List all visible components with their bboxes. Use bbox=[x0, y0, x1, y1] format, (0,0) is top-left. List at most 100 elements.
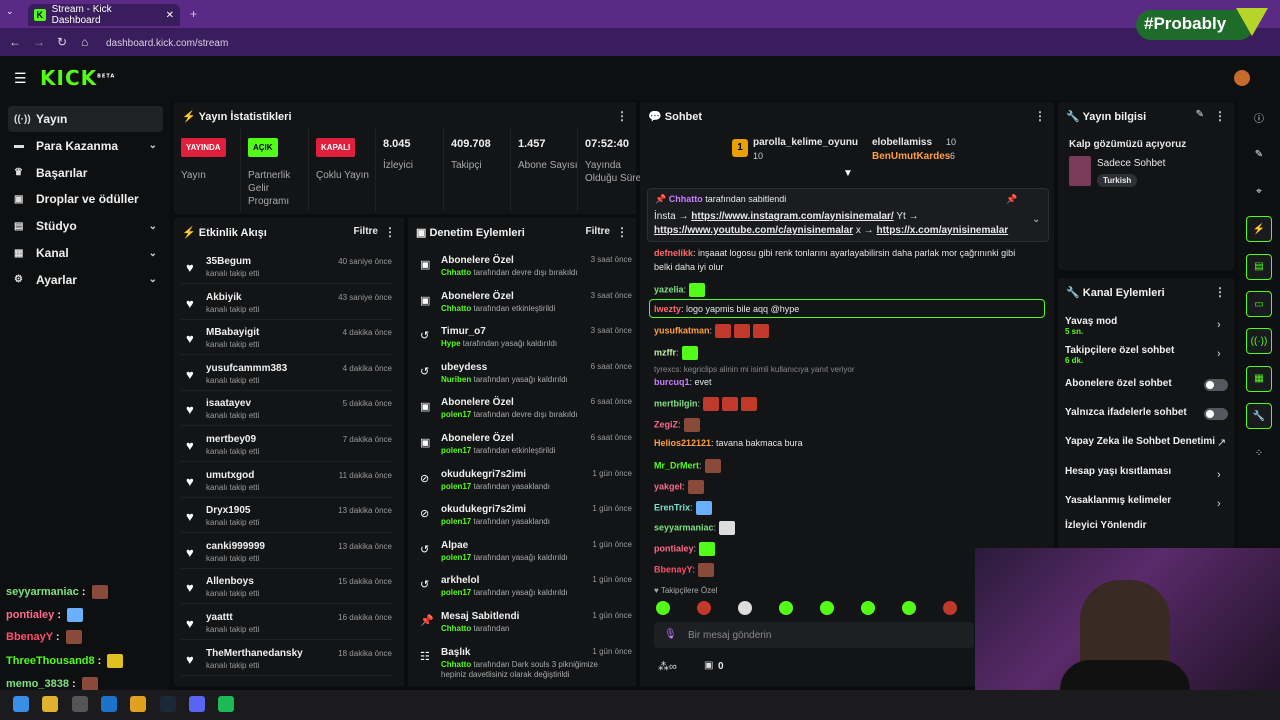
chat-username[interactable]: ErenTrix bbox=[654, 502, 690, 512]
sidebar-item-3[interactable]: ▣ Droplar ve ödüller bbox=[8, 186, 163, 212]
chat-username[interactable]: seyyarmaniac bbox=[654, 522, 714, 532]
chat-icon[interactable]: ▭ bbox=[1246, 291, 1272, 317]
points-icon[interactable]: ⁂∞ bbox=[658, 660, 677, 673]
collapse-leaders-icon[interactable]: ▼ bbox=[843, 168, 853, 179]
activity-row[interactable]: ♥ isaatayev kanalı takip etti 5 dakika önce bbox=[180, 392, 392, 427]
activity-row[interactable]: ♥ mertbey09 kanalı takip etti 7 dakika önce bbox=[180, 428, 392, 462]
chat-message[interactable]: ErenTrix: bbox=[654, 501, 712, 515]
chat-message[interactable]: yusufkatman: bbox=[654, 324, 770, 338]
moderation-row[interactable]: 📌 Mesaj Sabitlendi Chhatto tarafından 1 gün… bbox=[414, 606, 632, 640]
chat-message[interactable]: Helios212121: tavana bakmaca bura bbox=[654, 438, 803, 448]
moderation-row[interactable]: ↺ arkhelol polen17 tarafından yasağı kaldı… bbox=[414, 570, 632, 604]
activity-row[interactable]: ♥ yaattt kanalı takip etti 16 dakika önce bbox=[180, 606, 392, 640]
activity-row[interactable]: ♥ TheMerthanedansky kanalı takip etti 18 da… bbox=[180, 642, 392, 676]
chat-username[interactable]: yazelia bbox=[654, 284, 684, 294]
chat-username[interactable]: defnelikk bbox=[654, 248, 693, 258]
quick-emote-icon[interactable] bbox=[697, 601, 711, 615]
chat-message[interactable]: ZegiZ: bbox=[654, 418, 700, 432]
chrome-icon[interactable] bbox=[130, 696, 147, 712]
steam-icon[interactable] bbox=[159, 696, 176, 712]
gift-icon[interactable]: ▣ bbox=[704, 660, 713, 671]
document-icon[interactable]: ▤ bbox=[1246, 253, 1272, 280]
channel-action-1[interactable]: Takipçilere özel sohbet 6 dk. bbox=[1065, 345, 1174, 365]
chat-message[interactable]: yazelia: bbox=[654, 283, 706, 297]
chat-menu-icon[interactable]: ⋮ bbox=[1034, 109, 1046, 123]
avatar[interactable] bbox=[1234, 70, 1250, 86]
channel-action-2[interactable]: Abonelere özel sohbet bbox=[1065, 378, 1172, 389]
chat-username[interactable]: Helios212121 bbox=[654, 438, 711, 448]
leader-name[interactable]: BenUmutKardes bbox=[872, 151, 950, 162]
chat-message[interactable]: defnelikk: inşaaat logosu gibi renk tonl… bbox=[654, 248, 1015, 258]
outlook-icon[interactable] bbox=[100, 696, 117, 712]
chat-username[interactable]: yakgel bbox=[654, 481, 682, 491]
toggle-switch[interactable] bbox=[1204, 379, 1228, 391]
store-icon[interactable] bbox=[71, 696, 88, 712]
kick-logo[interactable]: KICKBETA bbox=[40, 66, 115, 90]
activity-row[interactable]: ♥ Akbiyik kanalı takip etti 43 saniye önce bbox=[180, 286, 392, 320]
more-icon[interactable]: ⁘ bbox=[1246, 441, 1272, 467]
moderation-row[interactable]: ☷ Başlık Chhatto tarafından Dark souls 3 p… bbox=[414, 642, 632, 679]
channel-action-5[interactable]: Hesap yaşı kısıtlaması bbox=[1065, 466, 1171, 477]
reload-icon[interactable]: ↻ bbox=[57, 35, 67, 49]
moderation-row[interactable]: ▣ Abonelere Özel Chhatto tarafından etkinl… bbox=[414, 286, 632, 320]
leader-name[interactable]: parolla_kelime_oyunu bbox=[753, 137, 858, 148]
chat-username[interactable]: tyrexcs: kegriclips alinin mi isimli kul… bbox=[654, 365, 855, 374]
youtube-link[interactable]: https://www.youtube.com/c/aynisinemalar bbox=[654, 225, 853, 236]
moderation-row[interactable]: ▣ Abonelere Özel Chhatto tarafından devre … bbox=[414, 250, 632, 284]
channel-actions-menu-icon[interactable]: ⋮ bbox=[1214, 285, 1226, 299]
chat-username[interactable]: burcuq1 bbox=[654, 377, 690, 387]
quick-emote-icon[interactable] bbox=[738, 601, 752, 615]
category-name[interactable]: Sadece Sohbet bbox=[1097, 158, 1165, 169]
leader-name[interactable]: elobellamiss bbox=[872, 137, 932, 148]
url-field[interactable]: dashboard.kick.com/stream bbox=[106, 34, 1006, 52]
activity-row[interactable]: ♥ Allenboys kanalı takip etti 15 dakika önc… bbox=[180, 570, 392, 605]
sidebar-item-6[interactable]: ⚙ Ayarlar ⌄ bbox=[8, 267, 163, 293]
moderation-row[interactable]: ▣ Abonelere Özel polen17 tarafından etkinl… bbox=[414, 428, 632, 462]
quick-emote-icon[interactable] bbox=[902, 601, 916, 615]
chat-message[interactable]: burcuq1: evet bbox=[654, 377, 712, 387]
chat-message[interactable]: lwezty: logo yapmis bile aqq @hype bbox=[654, 304, 799, 314]
chat-message[interactable]: mertbilgin: bbox=[654, 397, 758, 411]
pencil-icon[interactable]: ✎ bbox=[1246, 141, 1272, 167]
chat-username[interactable]: pontialey bbox=[654, 543, 694, 553]
discord-icon[interactable] bbox=[188, 696, 205, 712]
new-tab-icon[interactable]: + bbox=[190, 7, 197, 21]
moderation-menu-icon[interactable]: ⋮ bbox=[616, 225, 628, 239]
sidebar-item-4[interactable]: ▤ Stüdyo ⌄ bbox=[8, 213, 163, 239]
spotify-icon[interactable] bbox=[218, 696, 235, 712]
chat-username[interactable]: BbenayY bbox=[654, 564, 693, 574]
chat-username[interactable]: yusufkatman bbox=[654, 325, 710, 335]
chat-message[interactable]: yakgel: bbox=[654, 480, 704, 494]
chat-username[interactable]: mzffr bbox=[654, 347, 676, 357]
stream-info-menu-icon[interactable]: ⋮ bbox=[1214, 109, 1226, 123]
chat-message[interactable]: pontialey: bbox=[654, 542, 716, 556]
file-explorer-icon[interactable] bbox=[42, 696, 59, 712]
moderation-row[interactable]: ↺ Timur_o7 Hype tarafından yasağı kaldırıl… bbox=[414, 321, 632, 355]
chat-message[interactable]: tyrexcs: kegriclips alinin mi isimli kul… bbox=[654, 365, 855, 374]
quick-emote-icon[interactable] bbox=[943, 601, 957, 615]
channel-action-3[interactable]: Yalnızca ifadelerle sohbet bbox=[1065, 407, 1187, 418]
quick-emote-icon[interactable] bbox=[861, 601, 875, 615]
lightning-icon[interactable]: ⚡ bbox=[1246, 216, 1272, 243]
sidebar-item-2[interactable]: ♛ Başarılar bbox=[8, 160, 163, 186]
activity-row[interactable]: ♥ yusufcammm383 kanalı takip etti 4 dakika … bbox=[180, 357, 392, 391]
activity-row[interactable]: ♥ MBabayigit kanalı takip etti 4 dakika önc… bbox=[180, 321, 392, 356]
chat-username[interactable]: mertbilgin bbox=[654, 398, 698, 408]
chat-message[interactable]: mzffr: bbox=[654, 346, 698, 360]
channel-action-0[interactable]: Yavaş mod 5 sn. bbox=[1065, 316, 1117, 336]
layout-icon[interactable]: ▦ bbox=[1246, 365, 1272, 392]
info-icon[interactable]: ⓘ bbox=[1246, 104, 1272, 130]
chat-username[interactable]: ZegiZ bbox=[654, 419, 678, 429]
stats-menu-icon[interactable]: ⋮ bbox=[616, 109, 628, 123]
menu-icon[interactable]: ☰ bbox=[14, 70, 27, 87]
unpin-icon[interactable]: 📌 bbox=[1006, 194, 1017, 205]
moderation-row[interactable]: ↺ Alpae polen17 tarafından yasağı kaldırıl… bbox=[414, 535, 632, 569]
activity-menu-icon[interactable]: ⋮ bbox=[384, 225, 396, 239]
close-tab-icon[interactable]: ✕ bbox=[166, 10, 174, 21]
activity-filter-button[interactable]: Filtre bbox=[354, 226, 378, 237]
moderation-row[interactable]: ⊘ okudukegri7s2imi polen17 tarafından yasa… bbox=[414, 464, 632, 498]
chat-message[interactable]: seyyarmaniac: bbox=[654, 521, 736, 535]
broadcast-icon[interactable]: ((·)) bbox=[1246, 328, 1272, 355]
chat-message[interactable]: Mr_DrMert: bbox=[654, 459, 721, 473]
sidebar-item-5[interactable]: ▦ Kanal ⌄ bbox=[8, 240, 163, 266]
